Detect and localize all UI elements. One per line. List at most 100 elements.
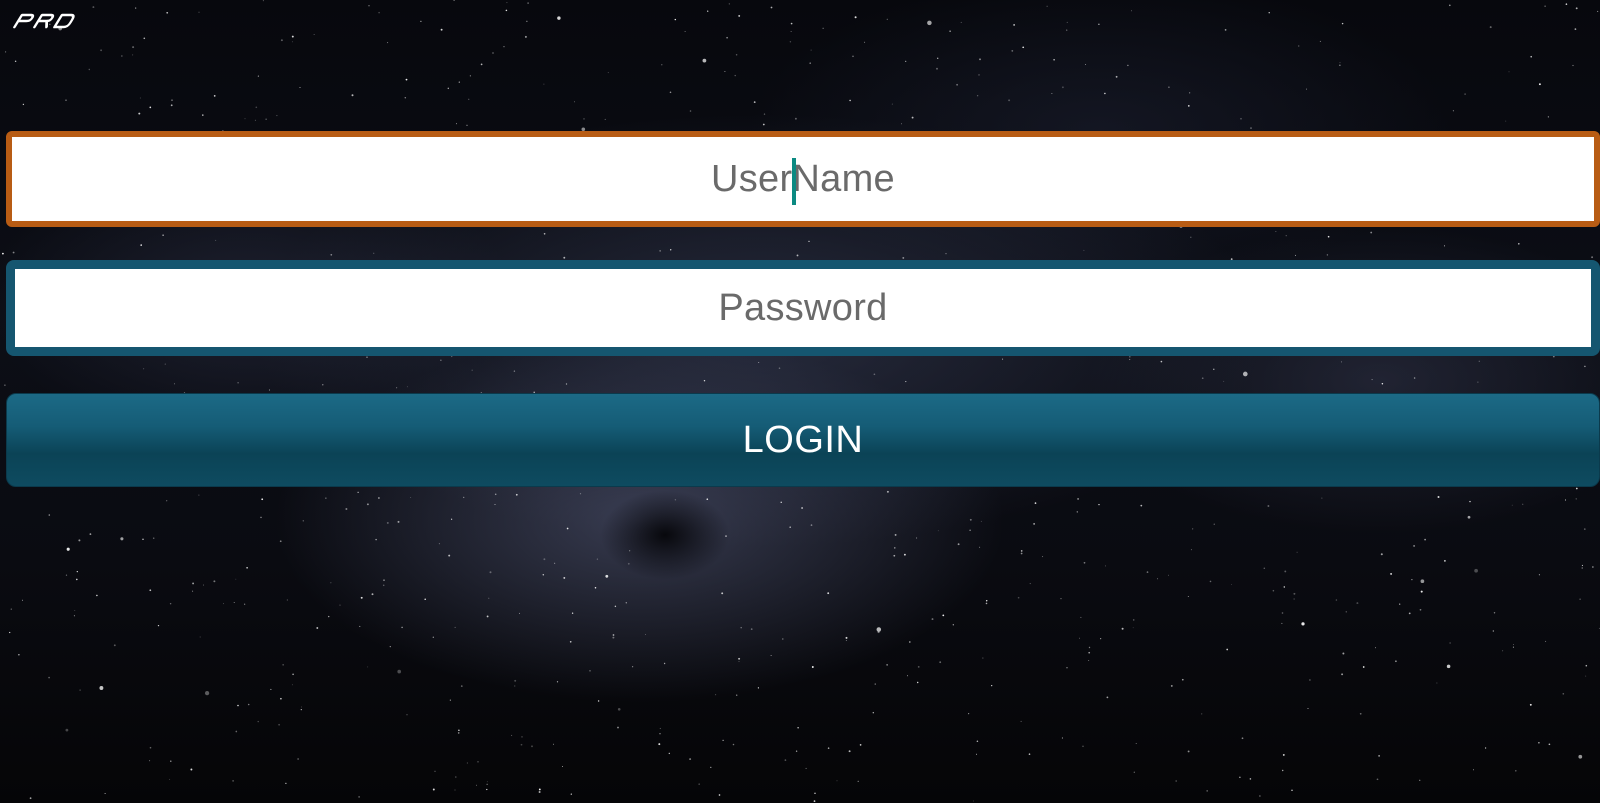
star bbox=[1283, 586, 1286, 588]
star bbox=[357, 491, 359, 493]
star bbox=[1053, 58, 1055, 61]
star bbox=[814, 792, 816, 794]
star bbox=[617, 708, 621, 711]
star bbox=[864, 41, 866, 43]
star bbox=[1359, 712, 1362, 715]
star bbox=[552, 743, 554, 745]
star bbox=[1339, 62, 1341, 64]
star bbox=[1538, 83, 1541, 86]
star bbox=[894, 547, 896, 549]
star bbox=[927, 20, 932, 26]
star bbox=[845, 640, 847, 641]
star bbox=[710, 766, 712, 769]
star bbox=[486, 615, 489, 618]
star bbox=[1284, 570, 1287, 573]
star bbox=[780, 501, 782, 503]
star bbox=[1033, 523, 1035, 525]
star bbox=[440, 359, 442, 361]
star bbox=[659, 727, 661, 730]
star bbox=[438, 543, 440, 545]
star bbox=[232, 780, 235, 782]
star bbox=[280, 39, 283, 42]
star bbox=[805, 767, 807, 769]
star bbox=[1375, 647, 1377, 649]
star bbox=[1239, 776, 1241, 778]
star bbox=[1008, 99, 1011, 102]
star bbox=[488, 597, 490, 599]
star bbox=[1544, 5, 1546, 7]
star bbox=[811, 666, 814, 668]
star bbox=[845, 636, 848, 639]
star bbox=[48, 676, 50, 679]
star bbox=[689, 758, 692, 761]
star bbox=[447, 87, 450, 90]
star bbox=[972, 800, 974, 802]
star bbox=[456, 123, 457, 125]
star bbox=[1077, 497, 1080, 500]
star bbox=[29, 797, 32, 800]
username-field[interactable]: UserName bbox=[6, 131, 1600, 227]
password-placeholder: Password bbox=[718, 286, 888, 329]
star bbox=[1175, 780, 1177, 782]
star bbox=[556, 681, 559, 683]
star bbox=[790, 22, 793, 25]
star bbox=[543, 558, 546, 561]
star bbox=[466, 124, 468, 126]
star bbox=[937, 57, 939, 59]
password-field[interactable]: Password bbox=[6, 260, 1600, 356]
star bbox=[1242, 371, 1248, 377]
star bbox=[143, 368, 145, 370]
star bbox=[1327, 235, 1330, 238]
star bbox=[659, 733, 661, 735]
star bbox=[235, 730, 238, 733]
star bbox=[524, 35, 527, 38]
star bbox=[300, 706, 303, 708]
star bbox=[1477, 381, 1479, 383]
star bbox=[942, 614, 945, 617]
star bbox=[907, 675, 908, 677]
star bbox=[1066, 667, 1068, 669]
star bbox=[405, 78, 408, 81]
star bbox=[735, 54, 738, 56]
star bbox=[521, 736, 523, 738]
star bbox=[669, 91, 672, 94]
star bbox=[255, 106, 258, 109]
star bbox=[1020, 550, 1023, 552]
star bbox=[1339, 64, 1341, 66]
star bbox=[848, 750, 851, 753]
star bbox=[538, 791, 541, 793]
star bbox=[1578, 754, 1583, 759]
star bbox=[979, 58, 981, 61]
star bbox=[458, 729, 460, 732]
star bbox=[366, 503, 369, 506]
star bbox=[489, 571, 492, 574]
star bbox=[809, 62, 811, 64]
star bbox=[1115, 75, 1118, 78]
star bbox=[292, 673, 294, 676]
star bbox=[494, 504, 496, 506]
star bbox=[911, 116, 914, 119]
star bbox=[233, 602, 235, 604]
star bbox=[939, 661, 942, 664]
star bbox=[1584, 365, 1586, 368]
star bbox=[728, 3, 730, 5]
star bbox=[1267, 505, 1270, 507]
star bbox=[659, 250, 661, 252]
star bbox=[1413, 377, 1416, 379]
star bbox=[762, 123, 765, 126]
star bbox=[703, 379, 706, 382]
star bbox=[378, 497, 380, 499]
star bbox=[1515, 770, 1517, 772]
star bbox=[1281, 622, 1283, 624]
star bbox=[424, 598, 426, 601]
star bbox=[583, 118, 585, 120]
star bbox=[1129, 356, 1131, 358]
login-button[interactable]: LOGIN bbox=[6, 393, 1600, 487]
star bbox=[1395, 660, 1397, 663]
star bbox=[738, 14, 741, 17]
star bbox=[1190, 549, 1192, 551]
star bbox=[976, 753, 977, 755]
star bbox=[345, 508, 348, 510]
star bbox=[244, 118, 246, 120]
star bbox=[859, 744, 862, 746]
